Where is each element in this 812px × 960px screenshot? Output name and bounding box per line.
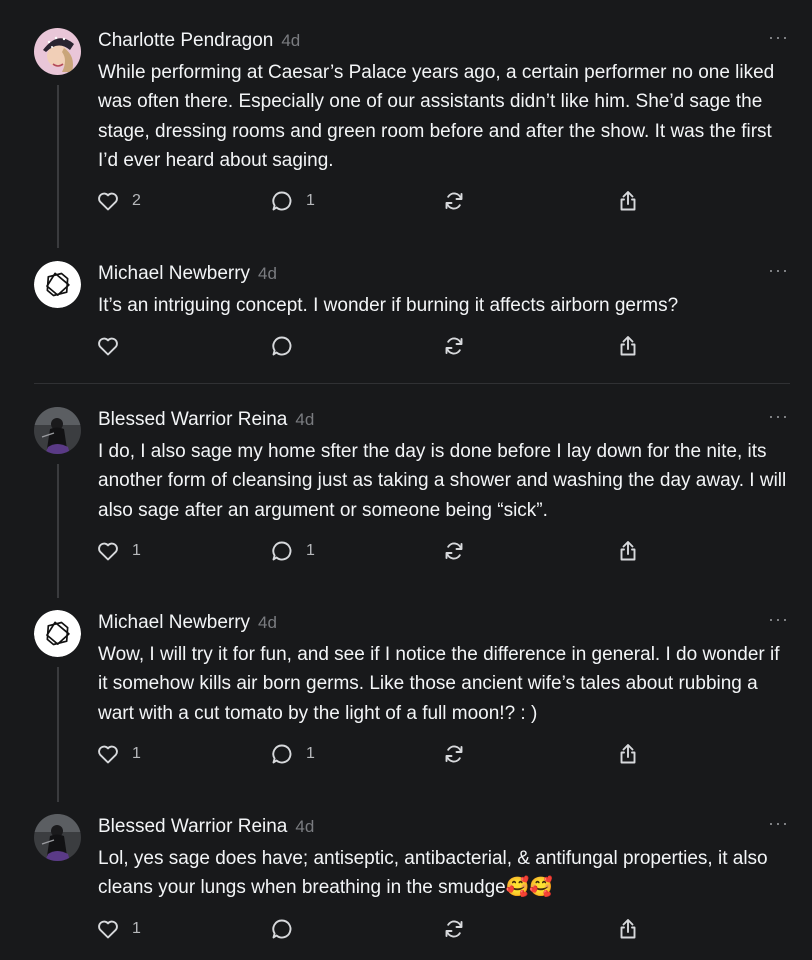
author-name[interactable]: Blessed Warrior Reina xyxy=(98,816,287,837)
timestamp[interactable]: 4d xyxy=(295,410,314,429)
post-text: While performing at Caesar’s Palace year… xyxy=(98,62,775,171)
comment-bubble-icon xyxy=(270,917,294,941)
author-name[interactable]: Charlotte Pendragon xyxy=(98,30,273,51)
repost-icon xyxy=(442,189,466,213)
author-name[interactable]: Michael Newberry xyxy=(98,263,250,284)
share-button[interactable] xyxy=(616,332,640,360)
avatar[interactable] xyxy=(34,610,81,657)
comment-bubble-icon xyxy=(270,189,294,213)
post-text: It’s an intriguing concept. I wonder if … xyxy=(98,295,679,316)
repost-icon xyxy=(442,539,466,563)
like-count: 2 xyxy=(132,192,141,209)
reply-button[interactable] xyxy=(270,915,306,943)
post-actions: 1 1 xyxy=(96,537,656,565)
repost-icon xyxy=(442,917,466,941)
post-actions: 2 1 xyxy=(96,187,656,215)
more-options-icon[interactable]: ··· xyxy=(768,814,790,836)
repost-icon xyxy=(442,742,466,766)
heart-icon xyxy=(96,917,120,941)
reply-button[interactable]: 1 xyxy=(270,537,315,565)
post-actions: 1 1 xyxy=(96,740,656,768)
post-text: Lol, yes sage does have; antiseptic, ant… xyxy=(98,848,768,899)
share-button[interactable] xyxy=(616,915,640,943)
thread-line xyxy=(57,464,59,598)
post-header: Blessed Warrior Reina 4d xyxy=(98,409,314,435)
share-icon xyxy=(616,539,640,563)
heart-icon xyxy=(96,334,120,358)
like-count: 1 xyxy=(132,745,141,762)
post-text: I do, I also sage my home sfter the day … xyxy=(98,441,787,521)
author-name[interactable]: Blessed Warrior Reina xyxy=(98,409,287,430)
share-icon xyxy=(616,742,640,766)
heart-icon xyxy=(96,742,120,766)
avatar[interactable] xyxy=(34,814,81,861)
heart-icon xyxy=(96,539,120,563)
comment-bubble-icon xyxy=(270,742,294,766)
post-actions: 1 xyxy=(96,915,656,943)
post-header: Michael Newberry 4d xyxy=(98,612,277,638)
post-header: Michael Newberry 4d xyxy=(98,263,277,289)
avatar[interactable] xyxy=(34,261,81,308)
post-actions xyxy=(96,332,656,360)
more-options-icon[interactable]: ··· xyxy=(768,28,790,50)
share-icon xyxy=(616,189,640,213)
reply-button[interactable]: 1 xyxy=(270,187,315,215)
thread-divider xyxy=(34,383,790,384)
more-options-icon[interactable]: ··· xyxy=(768,261,790,283)
repost-button[interactable] xyxy=(442,915,466,943)
reply-thread: Charlotte Pendragon 4d ··· While performi… xyxy=(0,0,812,960)
like-button[interactable]: 2 xyxy=(96,187,141,215)
like-button[interactable] xyxy=(96,332,132,360)
reply-count: 1 xyxy=(306,192,315,209)
avatar[interactable] xyxy=(34,407,81,454)
share-icon xyxy=(616,917,640,941)
share-button[interactable] xyxy=(616,187,640,215)
like-button[interactable]: 1 xyxy=(96,915,141,943)
like-button[interactable]: 1 xyxy=(96,740,141,768)
share-button[interactable] xyxy=(616,537,640,565)
reply-button[interactable] xyxy=(270,332,306,360)
share-icon xyxy=(616,334,640,358)
avatar[interactable] xyxy=(34,28,81,75)
post-header: Charlotte Pendragon 4d xyxy=(98,30,300,56)
thread-line xyxy=(57,85,59,248)
post-text: Wow, I will try it for fun, and see if I… xyxy=(98,644,780,724)
repost-button[interactable] xyxy=(442,740,466,768)
comment-bubble-icon xyxy=(270,539,294,563)
timestamp[interactable]: 4d xyxy=(258,264,277,283)
repost-button[interactable] xyxy=(442,187,466,215)
reply-button[interactable]: 1 xyxy=(270,740,315,768)
comment-bubble-icon xyxy=(270,334,294,358)
timestamp[interactable]: 4d xyxy=(295,817,314,836)
timestamp[interactable]: 4d xyxy=(258,613,277,632)
like-count: 1 xyxy=(132,920,141,937)
reply-count: 1 xyxy=(306,745,315,762)
more-options-icon[interactable]: ··· xyxy=(768,407,790,429)
share-button[interactable] xyxy=(616,740,640,768)
repost-button[interactable] xyxy=(442,537,466,565)
like-button[interactable]: 1 xyxy=(96,537,141,565)
reply-count: 1 xyxy=(306,542,315,559)
post-header: Blessed Warrior Reina 4d xyxy=(98,816,314,842)
timestamp[interactable]: 4d xyxy=(281,31,300,50)
more-options-icon[interactable]: ··· xyxy=(768,610,790,632)
repost-button[interactable] xyxy=(442,332,466,360)
author-name[interactable]: Michael Newberry xyxy=(98,612,250,633)
thread-line xyxy=(57,667,59,802)
like-count: 1 xyxy=(132,542,141,559)
heart-icon xyxy=(96,189,120,213)
repost-icon xyxy=(442,334,466,358)
